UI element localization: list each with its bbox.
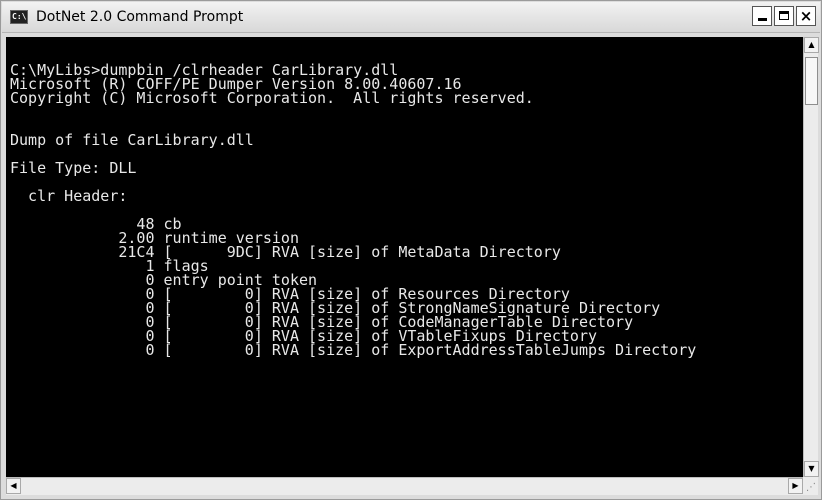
- maximize-button[interactable]: [774, 6, 794, 26]
- console-line: clr Header:: [10, 187, 128, 205]
- maximize-icon: [779, 11, 789, 20]
- scroll-down-button[interactable]: ▼: [804, 461, 819, 477]
- scroll-left-button[interactable]: ◀: [6, 478, 21, 494]
- console-line: File Type: DLL: [10, 159, 137, 177]
- down-arrow-icon: ▼: [808, 464, 815, 473]
- console-output-area[interactable]: C:\MyLibs>dumpbin /clrheader CarLibrary.…: [6, 37, 803, 477]
- minimize-button[interactable]: [752, 6, 772, 26]
- command-prompt-window: C:\ DotNet 2.0 Command Prompt × C:\MyLib…: [0, 0, 822, 500]
- close-icon: ×: [799, 7, 813, 25]
- scroll-right-button[interactable]: ▶: [788, 478, 803, 494]
- console-text: C:\MyLibs>dumpbin /clrheader CarLibrary.…: [10, 63, 697, 359]
- resize-grip-icon: ⋰: [806, 482, 816, 493]
- console-line: 0 [ 0] RVA [size] of ExportAddressTableJ…: [10, 341, 697, 359]
- vertical-scroll-thumb[interactable]: [805, 57, 818, 105]
- up-arrow-icon: ▲: [808, 40, 815, 49]
- console-line: Copyright (C) Microsoft Corporation. All…: [10, 89, 534, 107]
- console-line: Dump of file CarLibrary.dll: [10, 131, 254, 149]
- left-arrow-icon: ◀: [10, 481, 17, 490]
- horizontal-scrollbar[interactable]: ◀ ▶: [6, 477, 803, 495]
- title-bar[interactable]: C:\ DotNet 2.0 Command Prompt ×: [2, 2, 820, 33]
- close-button[interactable]: ×: [796, 6, 816, 26]
- window-title: DotNet 2.0 Command Prompt: [36, 9, 244, 25]
- scroll-up-button[interactable]: ▲: [804, 37, 819, 53]
- vertical-scrollbar[interactable]: ▲ ▼: [803, 37, 819, 477]
- minimize-icon: [758, 18, 767, 21]
- resize-grip[interactable]: ⋰: [803, 477, 818, 495]
- console-app-icon[interactable]: C:\: [10, 10, 28, 24]
- right-arrow-icon: ▶: [792, 481, 799, 490]
